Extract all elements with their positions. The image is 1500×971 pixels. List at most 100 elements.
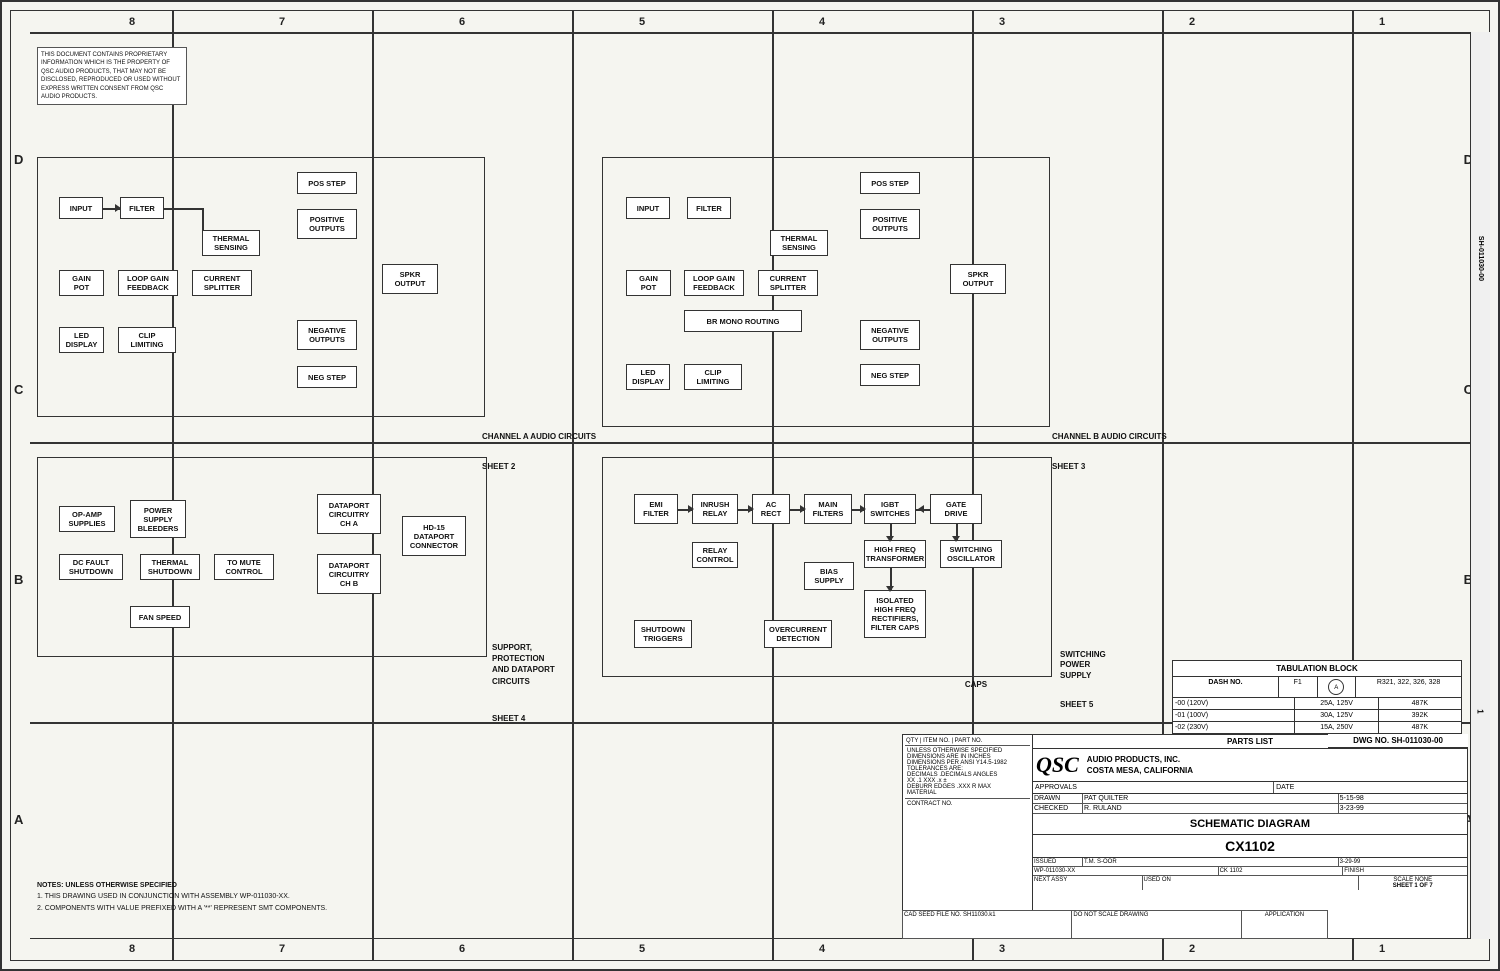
tab-dash-02: -02 (230V) [1173,722,1295,733]
block-clip-limiting-b: CLIPLIMITING [684,364,742,390]
support-sheet: SHEET 4 [492,714,525,724]
col-5: 5 [602,16,682,28]
arr-rect-main [800,505,806,513]
schematic-page: 8 7 6 5 4 3 2 1 8 7 6 5 4 3 2 1 D C B A … [0,0,1500,971]
arr-main-igbt [860,505,866,513]
checked-label: CHECKED [1033,804,1083,813]
contract-no: CONTRACT NO. [905,799,1030,809]
block-current-splitter-a: CURRENTSPLITTER [192,270,252,296]
arr-emi-inrush [688,505,694,513]
col-8-bot: 8 [92,943,172,955]
block-igbt: IGBTSWITCHES [864,494,916,524]
block-thermal-shutdown: THERMALSHUTDOWN [140,554,200,580]
support-label: SUPPORT,PROTECTIONAND DATAPORTCIRCUITS [492,642,555,687]
col-2: 2 [1152,16,1232,28]
arr-igbt-hft [886,536,894,542]
divider-row-dc [30,442,1470,444]
col-8: 8 [92,16,172,28]
cad-file-row: CAD SEED FILE NO. SH11030.k1 DO NOT SCAL… [902,910,1328,939]
arr-igbt-gate [918,505,924,513]
block-opamp: OP-AMPSUPPLIES [59,506,115,532]
block-shutdown-triggers: SHUTDOWNTRIGGERS [634,620,692,648]
cad-file: CAD SEED FILE NO. SH11030.k1 [903,911,1072,938]
col-1: 1 [1342,16,1422,28]
switching-sheet: SHEET 5 [1060,700,1093,710]
wp-row: WP-011030-XX CK 1102 FINISH [1033,867,1467,876]
tab-caps-00: 487K [1379,698,1461,709]
block-main-filters: MAINFILTERS [804,494,852,524]
arr-hft-iso [886,586,894,592]
block-negative-outputs-b: NEGATIVEOUTPUTS [860,320,920,350]
block-inrush-relay: INRUSHRELAY [692,494,738,524]
col-2-bot: 2 [1152,943,1232,955]
side-text-1: SH-011030-00 [1477,236,1484,281]
next-assy: NEXT ASSY [1033,876,1143,890]
v-line-3 [572,10,574,961]
block-spkr-output-a: SPKROUTPUT [382,264,438,294]
checked-row: CHECKED R. RULAND 3-23-99 [1033,804,1467,814]
block-loop-gain-b: LOOP GAINFEEDBACK [684,270,744,296]
block-overcurrent: OVERCURRENTDETECTION [764,620,832,648]
block-led-display-a: LEDDISPLAY [59,327,104,353]
side-text-2: 1 [1476,710,1485,714]
block-dataport-ch-b: DATAPORTCIRCUITRYCH B [317,554,381,594]
arrow-input-filter-a [115,204,121,212]
divider-top [30,32,1470,34]
qty-col: QTY | ITEM NO. | PART NO. [905,737,1030,746]
block-power-bleeders: POWERSUPPLYBLEEDERS [130,500,186,538]
block-pos-step-a: POS STEP [297,172,357,194]
channel-b-label: CHANNEL B AUDIO CIRCUITS [1052,432,1167,442]
tolerance-note: UNLESS OTHERWISE SPECIFIEDDIMENSIONS ARE… [905,746,1030,799]
block-emi-filter: EMIFILTER [634,494,678,524]
approvals-label: APPROVALS [1033,782,1274,793]
col-5-bot: 5 [602,943,682,955]
channel-b-sheet: SHEET 3 [1052,462,1085,472]
tab-block-title: TABULATION BLOCK [1173,661,1461,677]
tab-col-dash: DASH NO. [1173,677,1279,697]
proprietary-box: THIS DOCUMENT CONTAINS PROPRIETARY INFOR… [37,47,187,105]
finish-label: FINISH [1343,867,1467,875]
note-3: NOTES: UNLESS OTHERWISE SPECIFIED [37,881,597,891]
tab-revision-circle: A [1318,677,1357,697]
block-thermal-a: THERMALSENSING [202,230,260,256]
col-6-bot: 6 [422,943,502,955]
block-dataport-ch-a: DATAPORTCIRCUITRYCH A [317,494,381,534]
block-bias-supply: BIASSUPPLY [804,562,854,590]
caps-label: CAPS [927,670,1025,698]
col-6: 6 [422,16,502,28]
issued-label: ISSUED [1033,858,1083,866]
issued-row: ISSUED T.M. S-OOR 3-29-99 [1033,858,1467,867]
company-row: QSC AUDIO PRODUCTS, INC. COSTA MESA, CAL… [1033,749,1467,782]
side-strip: SH-011030-00 1 [1470,32,1490,939]
block-negative-outputs-a: NEGATIVEOUTPUTS [297,320,357,350]
checked-by: R. RULAND [1083,804,1339,813]
block-fan-speed: FAN SPEED [130,606,190,628]
issued-date: 3-29-99 [1339,858,1467,866]
tabulation-block: TABULATION BLOCK DASH NO. F1 A R321, 322… [1172,660,1462,734]
tab-dash-00: -00 (120V) [1173,698,1295,709]
issued-by: T.M. S-OOR [1083,858,1339,866]
block-hd15: HD-15DATAPORTCONNECTOR [402,516,466,556]
arr-gate-osc [952,536,960,542]
checked-date: 3-23-99 [1339,804,1467,813]
block-gain-pot-a: GAINPOT [59,270,104,296]
row-c-left: C [14,382,23,397]
arr-inrush-rect [748,505,754,513]
bottom-row: NEXT ASSY USED ON SCALE NONE SHEET 1 OF … [1033,876,1467,890]
block-filter-a: FILTER [120,197,164,219]
block-switching-osc: SWITCHINGOSCILLATOR [940,540,1002,568]
block-clip-limiting-a: CLIPLIMITING [118,327,176,353]
tab-col-f1: F1 [1279,677,1318,697]
block-dc-fault: DC FAULTSHUTDOWN [59,554,123,580]
col-3-bot: 3 [962,943,1042,955]
tab-dash-01: -01 (100V) [1173,710,1295,721]
row-a-left: A [14,812,23,827]
block-to-mute: TO MUTECONTROL [214,554,274,580]
block-positive-outputs-a: POSITIVEOUTPUTS [297,209,357,239]
tab-row-1: -00 (120V) 25A, 125V 487K [1173,698,1461,710]
block-relay-control: RELAYCONTROL [692,542,738,568]
block-loop-gain-a: LOOP GAINFEEDBACK [118,270,178,296]
block-thermal-b: THERMALSENSING [770,230,828,256]
channel-a-sheet: SHEET 2 [482,462,515,472]
block-gate-drive: GATEDRIVE [930,494,982,524]
